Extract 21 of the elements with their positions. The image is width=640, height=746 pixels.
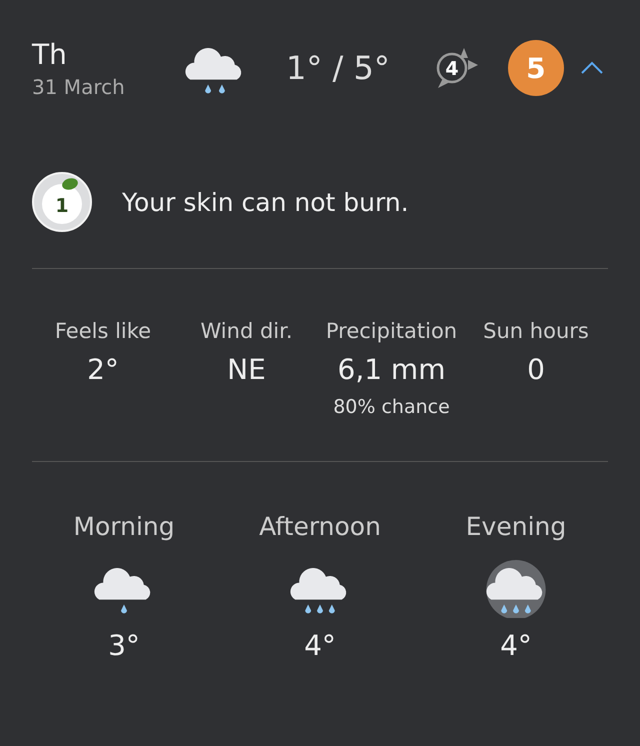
weekday-label: Th <box>32 38 67 70</box>
uv-index-badge: 5 <box>508 40 564 96</box>
period-label: Afternoon <box>259 512 381 541</box>
stat-label: Precipitation <box>326 319 458 343</box>
date-label: 31 March <box>32 74 125 98</box>
period-label: Morning <box>73 512 175 541</box>
uv-advice-text: Your skin can not burn. <box>122 188 409 216</box>
stat-note: 80% chance <box>333 396 450 418</box>
period-temperature: 3° <box>108 629 140 662</box>
stat-label: Feels like <box>54 319 152 343</box>
stat-label: Wind dir. <box>200 319 292 343</box>
period-temperature: 4° <box>500 629 532 662</box>
uv-level-icon: 1 <box>32 172 92 232</box>
stat-value: 2° <box>87 353 119 386</box>
stat-value: NE <box>227 353 266 386</box>
stat-value: 6,1 mm <box>338 353 446 386</box>
temperature-range: 1° / 5° <box>286 49 390 87</box>
period-temperature: 4° <box>304 629 336 662</box>
stat-value: 0 <box>527 353 545 386</box>
period-label: Evening <box>466 512 566 541</box>
stat-label: Sun hours <box>483 319 589 343</box>
